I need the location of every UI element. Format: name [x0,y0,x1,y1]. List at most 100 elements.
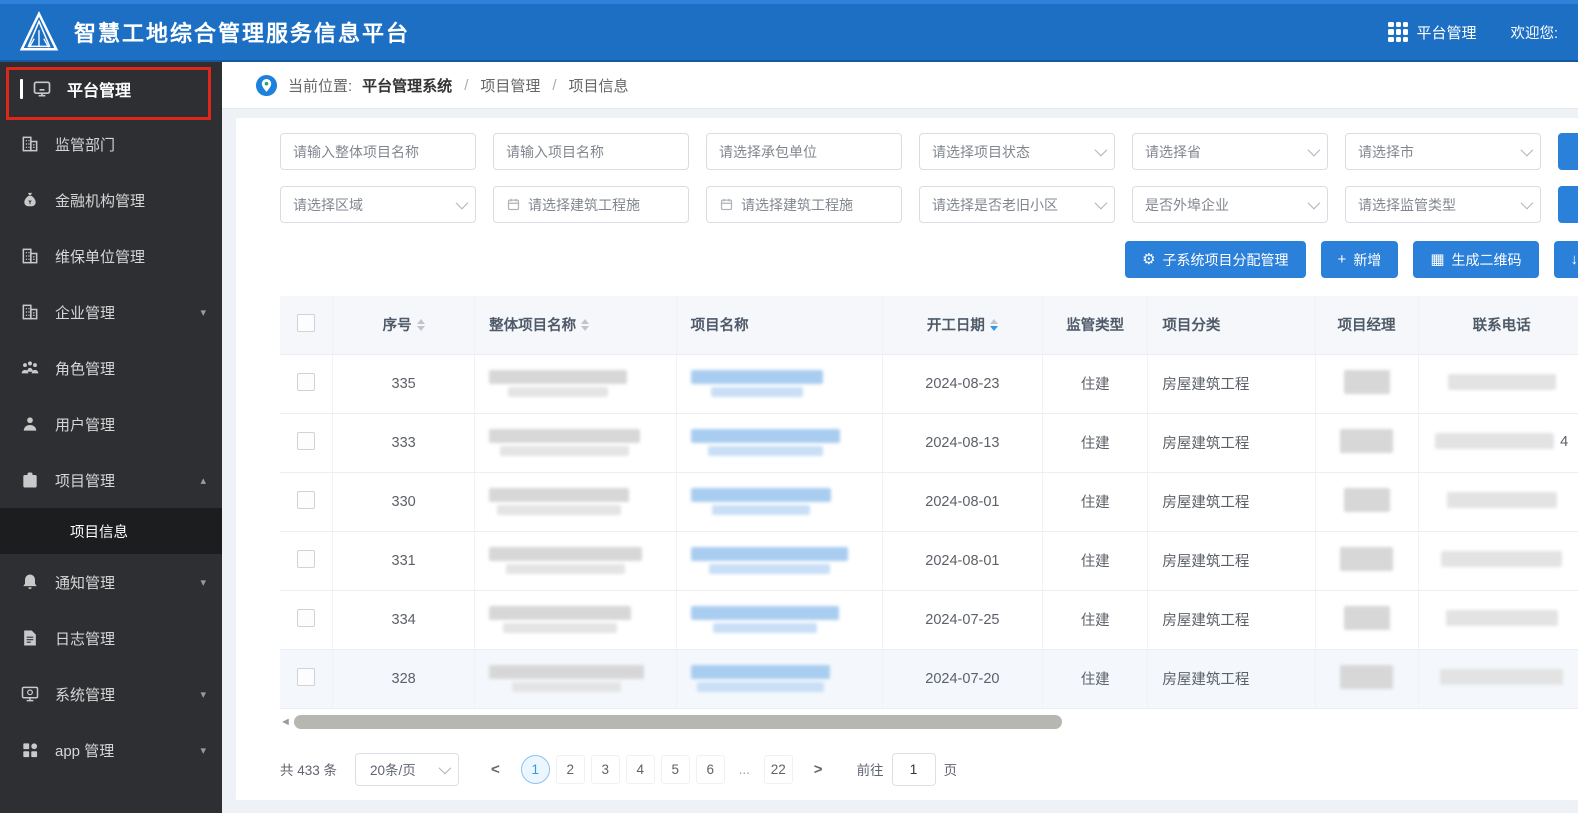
filter-submit-button-cut[interactable] [1558,133,1578,170]
next-page-button[interactable]: > [804,761,833,778]
redacted-text [1340,547,1394,574]
page-number-6[interactable]: 6 [695,754,725,784]
cell-overall-name [474,413,677,473]
row-checkbox[interactable] [297,608,316,627]
cell-seq: 330 [332,472,476,532]
row-checkbox[interactable] [297,549,316,568]
scroll-left-icon[interactable]: ◄ [280,716,291,728]
sidebar-item-app[interactable]: app 管理 ▾ [0,722,222,778]
bell-icon [20,571,42,593]
select-all-checkbox[interactable] [297,313,316,332]
breadcrumb-root[interactable]: 平台管理系统 [362,75,452,96]
placeholder-text: 请选择建筑工程施 [528,196,640,213]
row-checkbox[interactable] [297,490,316,509]
external-enterprise-select[interactable]: 是否外埠企业 [1132,186,1328,223]
construction-date-end-date-picker[interactable]: 请选择建筑工程施 [706,186,902,223]
row-checkbox[interactable] [297,431,316,450]
add-button[interactable]: + 新增 [1320,241,1399,278]
page-size-select[interactable]: 20条/页 [355,752,460,786]
sidebar-item-roles[interactable]: 角色管理 [0,340,222,396]
system-icon [20,683,42,705]
redacted-text [690,606,839,633]
prev-page-button[interactable]: < [481,761,510,778]
moneybag-icon [20,189,42,211]
page-number-1[interactable]: 1 [520,754,550,784]
row-checkbox[interactable] [297,667,316,686]
cell-supervision: 住建 [1042,531,1149,591]
button-label: 生成二维码 [1451,251,1522,268]
sort-icon[interactable] [416,318,425,331]
sidebar-item-users[interactable]: 用户管理 [0,396,222,452]
scrollbar-track[interactable] [293,714,1565,729]
sidebar-item-maintenance-unit[interactable]: 维保单位管理 [0,228,222,284]
column-header-name: 项目名称 [676,296,883,355]
cell-project-name-link[interactable] [676,413,883,473]
sort-icon[interactable] [581,318,590,331]
column-label: 项目经理 [1337,318,1396,335]
redacted-text [1435,433,1555,452]
folder-icon [20,469,42,491]
page-number-5[interactable]: 5 [660,754,690,784]
cell-start-date: 2024-08-01 [882,472,1044,532]
row-checkbox[interactable] [297,372,316,391]
sidebar-item-system[interactable]: 系统管理 ▾ [0,666,222,722]
breadcrumb-level2[interactable]: 项目信息 [569,75,629,96]
old-community-select[interactable]: 请选择是否老旧小区 [919,186,1115,223]
project-status-select[interactable]: 请选择项目状态 [919,133,1115,170]
redacted-text [1340,429,1394,456]
sidebar-item-enterprise[interactable]: 企业管理 ▾ [0,284,222,340]
cell-manager [1315,413,1419,473]
project-name-input[interactable] [493,133,689,170]
sidebar-item-label: 企业管理 [55,304,116,322]
sidebar-item-supervision-dept[interactable]: 监管部门 [0,116,222,172]
sort-icon[interactable] [989,318,998,331]
cell-phone [1418,472,1578,532]
sidebar-subitem-project-info[interactable]: 项目信息 [0,508,222,554]
cell-project-name-link[interactable] [676,649,883,709]
platform-management-nav[interactable]: 平台管理 [1388,22,1476,43]
breadcrumb-level1[interactable]: 项目管理 [480,75,540,96]
sidebar-item-financial-org[interactable]: 金融机构管理 [0,172,222,228]
subsystem-assign-button[interactable]: ⚙ 子系统项目分配管理 [1125,241,1306,278]
contractor-unit-select[interactable]: 请选择承包单位 [706,133,902,170]
cell-project-name-link[interactable] [676,590,883,650]
sidebar-item-projects[interactable]: 项目管理 ▴ [0,452,222,508]
sidebar-menu: 平台管理 监管部门 金融机构管理 维保单位管理 企业管理 ▾ 角色管理 用户管理 项目管理 ▴ 项目… [0,62,222,778]
sidebar-item-notifications[interactable]: 通知管理 ▾ [0,554,222,610]
page-number-22[interactable]: 22 [763,754,793,784]
sidebar-item-label: 项目管理 [55,472,116,490]
cell-project-name-link[interactable] [676,531,883,591]
download-button[interactable]: ↓下载 [1553,241,1578,278]
redacted-text [489,488,630,515]
table-body: 335 2024-08-23 住建 房屋建筑工程 333 2024-08-13 住建 房屋建筑… [280,354,1578,709]
region-select[interactable]: 请选择区域 [280,186,476,223]
column-header-seq: 序号 [332,296,476,355]
city-select[interactable]: 请选择市 [1345,133,1541,170]
cell-supervision: 住建 [1042,472,1149,532]
province-select[interactable]: 请选择省 [1132,133,1328,170]
sidebar-item-platform-management[interactable]: 平台管理 [0,62,222,116]
breadcrumb-separator: / [552,76,557,94]
sidebar-item-logs[interactable]: 日志管理 [0,610,222,666]
chevron-down-icon [1307,143,1321,157]
supervision-type-select[interactable]: 请选择监管类型 [1345,186,1541,223]
phone-visible-digit: 4 [1560,434,1569,451]
generate-qrcode-button[interactable]: ▦ 生成二维码 [1413,241,1539,278]
cell-category: 房屋建筑工程 [1147,472,1316,532]
construction-date-start-date-picker[interactable]: 请选择建筑工程施 [493,186,689,223]
placeholder-text: 请选择市 [1358,143,1414,160]
goto-page-input[interactable] [891,752,936,786]
building-icon [20,133,42,155]
cell-project-name-link[interactable] [676,472,883,532]
cell-start-date: 2024-08-01 [882,531,1044,591]
cell-project-name-link[interactable] [676,354,883,414]
breadcrumb: 当前位置: 平台管理系统 / 项目管理 / 项目信息 [222,62,1578,109]
filter-submit-button-cut[interactable] [1558,186,1578,223]
overall-project-name-input[interactable] [280,133,476,170]
total-count: 共 433 条 [280,763,338,778]
page-number-2[interactable]: 2 [555,754,585,784]
page-number-4[interactable]: 4 [625,754,655,784]
scrollbar-thumb[interactable] [293,714,1062,729]
page-number-3[interactable]: 3 [590,754,620,784]
column-header-start-date: 开工日期 [882,296,1044,355]
